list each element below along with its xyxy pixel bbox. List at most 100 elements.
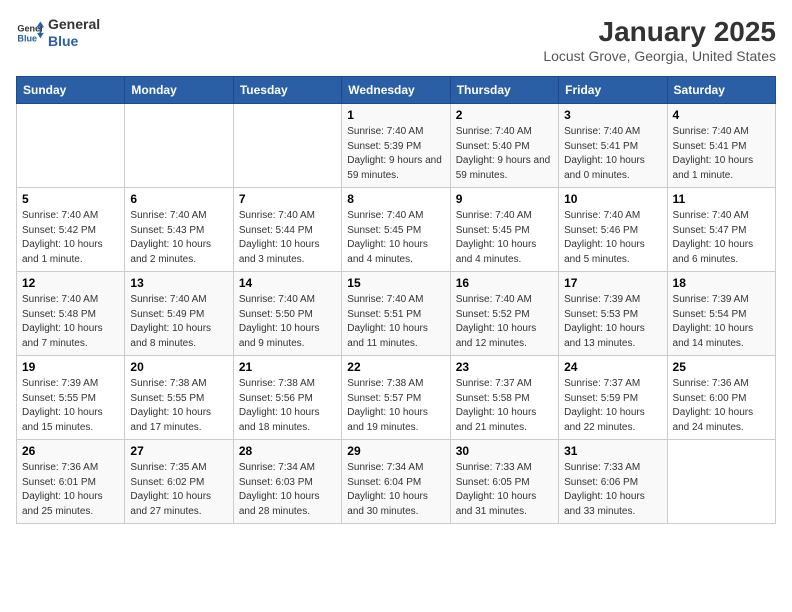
col-header-monday: Monday bbox=[125, 77, 233, 104]
day-number: 1 bbox=[347, 108, 444, 122]
day-info: Sunrise: 7:40 AM Sunset: 5:45 PM Dayligh… bbox=[456, 209, 553, 267]
day-number: 4 bbox=[673, 108, 770, 122]
day-number: 30 bbox=[456, 444, 553, 458]
day-number: 27 bbox=[130, 444, 227, 458]
day-number: 6 bbox=[130, 192, 227, 206]
calendar-week-4: 19Sunrise: 7:39 AM Sunset: 5:55 PM Dayli… bbox=[17, 356, 776, 440]
day-number: 16 bbox=[456, 276, 553, 290]
calendar-header: SundayMondayTuesdayWednesdayThursdayFrid… bbox=[17, 77, 776, 104]
day-info: Sunrise: 7:40 AM Sunset: 5:42 PM Dayligh… bbox=[22, 209, 119, 267]
day-number: 18 bbox=[673, 276, 770, 290]
calendar-week-2: 5 Sunrise: 7:40 AM Sunset: 5:42 PM Daylig… bbox=[17, 188, 776, 272]
day-number: 24 bbox=[564, 360, 661, 374]
calendar-cell: 30 Sunrise: 7:33 AM Sunset: 6:05 PM Dayli… bbox=[450, 440, 558, 524]
day-number: 9 bbox=[456, 192, 553, 206]
calendar-cell: 2Sunrise: 7:40 AM Sunset: 5:40 PM Daylig… bbox=[450, 104, 558, 188]
day-number: 23 bbox=[456, 360, 553, 374]
calendar-cell: 7 Sunrise: 7:40 AM Sunset: 5:44 PM Daylig… bbox=[233, 188, 341, 272]
day-info: Sunrise: 7:40 AM Sunset: 5:41 PM Dayligh… bbox=[564, 125, 661, 183]
day-info: Sunrise: 7:37 AM Sunset: 5:58 PM Dayligh… bbox=[456, 377, 553, 435]
day-info: Sunrise: 7:35 AM Sunset: 6:02 PM Dayligh… bbox=[130, 461, 227, 519]
calendar-cell: 13 Sunrise: 7:40 AM Sunset: 5:49 PM Dayli… bbox=[125, 272, 233, 356]
svg-text:Blue: Blue bbox=[17, 33, 37, 43]
day-info: Sunrise: 7:40 AM Sunset: 5:46 PM Dayligh… bbox=[564, 209, 661, 267]
title-block: January 2025 Locust Grove, Georgia, Unit… bbox=[543, 16, 776, 64]
calendar-cell: 22Sunrise: 7:38 AM Sunset: 5:57 PM Dayli… bbox=[342, 356, 450, 440]
day-info: Sunrise: 7:40 AM Sunset: 5:41 PM Dayligh… bbox=[673, 125, 770, 183]
day-info: Sunrise: 7:34 AM Sunset: 6:04 PM Dayligh… bbox=[347, 461, 444, 519]
calendar-cell: 6 Sunrise: 7:40 AM Sunset: 5:43 PM Daylig… bbox=[125, 188, 233, 272]
day-info: Sunrise: 7:34 AM Sunset: 6:03 PM Dayligh… bbox=[239, 461, 336, 519]
calendar-week-3: 12 Sunrise: 7:40 AM Sunset: 5:48 PM Dayli… bbox=[17, 272, 776, 356]
day-number: 20 bbox=[130, 360, 227, 374]
day-info: Sunrise: 7:40 AM Sunset: 5:44 PM Dayligh… bbox=[239, 209, 336, 267]
day-number: 11 bbox=[673, 192, 770, 206]
col-header-sunday: Sunday bbox=[17, 77, 125, 104]
calendar-cell: 15Sunrise: 7:40 AM Sunset: 5:51 PM Dayli… bbox=[342, 272, 450, 356]
calendar-title: January 2025 bbox=[543, 16, 776, 48]
day-number: 2 bbox=[456, 108, 553, 122]
day-number: 22 bbox=[347, 360, 444, 374]
calendar-cell: 12 Sunrise: 7:40 AM Sunset: 5:48 PM Dayli… bbox=[17, 272, 125, 356]
day-info: Sunrise: 7:39 AM Sunset: 5:54 PM Dayligh… bbox=[673, 293, 770, 351]
day-info: Sunrise: 7:40 AM Sunset: 5:48 PM Dayligh… bbox=[22, 293, 119, 351]
day-info: Sunrise: 7:38 AM Sunset: 5:56 PM Dayligh… bbox=[239, 377, 336, 435]
calendar-subtitle: Locust Grove, Georgia, United States bbox=[543, 48, 776, 64]
calendar-table: SundayMondayTuesdayWednesdayThursdayFrid… bbox=[16, 76, 776, 524]
calendar-cell: 29 Sunrise: 7:34 AM Sunset: 6:04 PM Dayli… bbox=[342, 440, 450, 524]
day-info: Sunrise: 7:40 AM Sunset: 5:52 PM Dayligh… bbox=[456, 293, 553, 351]
calendar-cell bbox=[17, 104, 125, 188]
calendar-cell: 17Sunrise: 7:39 AM Sunset: 5:53 PM Dayli… bbox=[559, 272, 667, 356]
day-info: Sunrise: 7:40 AM Sunset: 5:47 PM Dayligh… bbox=[673, 209, 770, 267]
calendar-cell: 26 Sunrise: 7:36 AM Sunset: 6:01 PM Dayli… bbox=[17, 440, 125, 524]
calendar-cell: 24 Sunrise: 7:37 AM Sunset: 5:59 PM Dayli… bbox=[559, 356, 667, 440]
day-number: 7 bbox=[239, 192, 336, 206]
calendar-cell bbox=[125, 104, 233, 188]
col-header-tuesday: Tuesday bbox=[233, 77, 341, 104]
day-info: Sunrise: 7:40 AM Sunset: 5:50 PM Dayligh… bbox=[239, 293, 336, 351]
calendar-cell: 1 Sunrise: 7:40 AM Sunset: 5:39 PM Daylig… bbox=[342, 104, 450, 188]
day-info: Sunrise: 7:40 AM Sunset: 5:43 PM Dayligh… bbox=[130, 209, 227, 267]
calendar-cell: 28 Sunrise: 7:34 AM Sunset: 6:03 PM Dayli… bbox=[233, 440, 341, 524]
day-number: 28 bbox=[239, 444, 336, 458]
calendar-cell: 4 Sunrise: 7:40 AM Sunset: 5:41 PM Daylig… bbox=[667, 104, 775, 188]
day-number: 14 bbox=[239, 276, 336, 290]
day-number: 26 bbox=[22, 444, 119, 458]
calendar-week-1: 1 Sunrise: 7:40 AM Sunset: 5:39 PM Daylig… bbox=[17, 104, 776, 188]
day-number: 31 bbox=[564, 444, 661, 458]
day-number: 3 bbox=[564, 108, 661, 122]
calendar-cell: 14 Sunrise: 7:40 AM Sunset: 5:50 PM Dayli… bbox=[233, 272, 341, 356]
calendar-cell: 9 Sunrise: 7:40 AM Sunset: 5:45 PM Daylig… bbox=[450, 188, 558, 272]
calendar-cell bbox=[667, 440, 775, 524]
page-header: General Blue General Blue January 2025 L… bbox=[16, 16, 776, 64]
col-header-saturday: Saturday bbox=[667, 77, 775, 104]
calendar-cell: 16 Sunrise: 7:40 AM Sunset: 5:52 PM Dayli… bbox=[450, 272, 558, 356]
day-number: 10 bbox=[564, 192, 661, 206]
day-number: 12 bbox=[22, 276, 119, 290]
logo: General Blue General Blue bbox=[16, 16, 100, 50]
day-number: 29 bbox=[347, 444, 444, 458]
day-info: Sunrise: 7:38 AM Sunset: 5:55 PM Dayligh… bbox=[130, 377, 227, 435]
day-info: Sunrise: 7:36 AM Sunset: 6:00 PM Dayligh… bbox=[673, 377, 770, 435]
day-number: 25 bbox=[673, 360, 770, 374]
calendar-cell: 5 Sunrise: 7:40 AM Sunset: 5:42 PM Daylig… bbox=[17, 188, 125, 272]
calendar-cell: 8Sunrise: 7:40 AM Sunset: 5:45 PM Daylig… bbox=[342, 188, 450, 272]
day-info: Sunrise: 7:40 AM Sunset: 5:45 PM Dayligh… bbox=[347, 209, 444, 267]
day-info: Sunrise: 7:40 AM Sunset: 5:49 PM Dayligh… bbox=[130, 293, 227, 351]
col-header-thursday: Thursday bbox=[450, 77, 558, 104]
calendar-cell: 10 Sunrise: 7:40 AM Sunset: 5:46 PM Dayli… bbox=[559, 188, 667, 272]
day-info: Sunrise: 7:33 AM Sunset: 6:05 PM Dayligh… bbox=[456, 461, 553, 519]
day-number: 13 bbox=[130, 276, 227, 290]
day-number: 5 bbox=[22, 192, 119, 206]
calendar-cell: 20 Sunrise: 7:38 AM Sunset: 5:55 PM Dayli… bbox=[125, 356, 233, 440]
day-info: Sunrise: 7:40 AM Sunset: 5:39 PM Dayligh… bbox=[347, 125, 444, 183]
day-info: Sunrise: 7:36 AM Sunset: 6:01 PM Dayligh… bbox=[22, 461, 119, 519]
calendar-cell bbox=[233, 104, 341, 188]
day-number: 19 bbox=[22, 360, 119, 374]
calendar-cell: 18 Sunrise: 7:39 AM Sunset: 5:54 PM Dayli… bbox=[667, 272, 775, 356]
calendar-week-5: 26 Sunrise: 7:36 AM Sunset: 6:01 PM Dayli… bbox=[17, 440, 776, 524]
calendar-cell: 19Sunrise: 7:39 AM Sunset: 5:55 PM Dayli… bbox=[17, 356, 125, 440]
calendar-cell: 21Sunrise: 7:38 AM Sunset: 5:56 PM Dayli… bbox=[233, 356, 341, 440]
calendar-cell: 23 Sunrise: 7:37 AM Sunset: 5:58 PM Dayli… bbox=[450, 356, 558, 440]
day-info: Sunrise: 7:37 AM Sunset: 5:59 PM Dayligh… bbox=[564, 377, 661, 435]
